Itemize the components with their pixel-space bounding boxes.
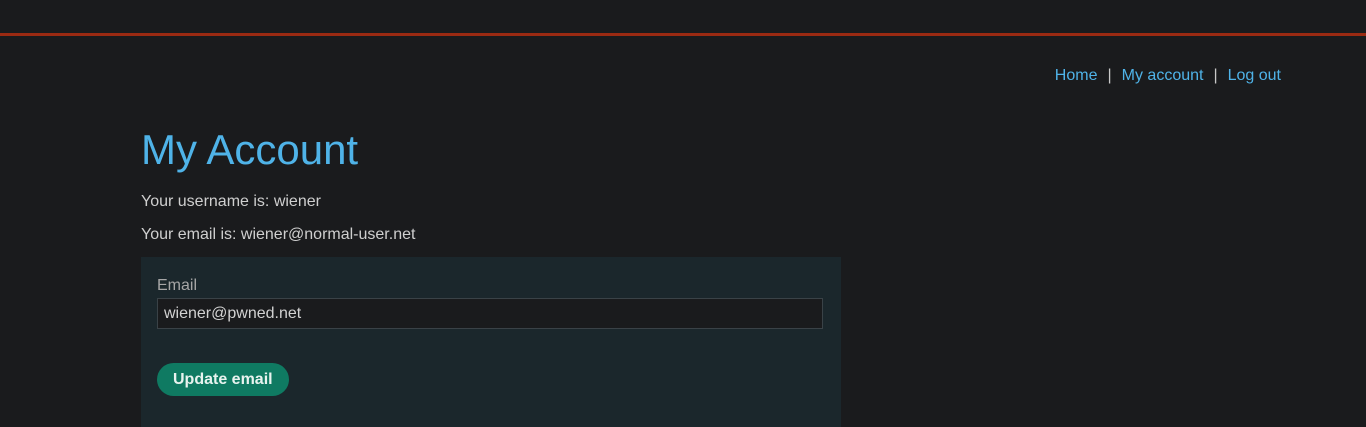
nav-separator: | bbox=[1213, 67, 1218, 84]
nav-logout-link[interactable]: Log out bbox=[1228, 67, 1281, 85]
top-bar bbox=[0, 0, 1366, 36]
email-text: Your email is: wiener@normal-user.net bbox=[141, 226, 416, 243]
top-nav: Home | My account | Log out bbox=[1055, 67, 1281, 85]
nav-home-link[interactable]: Home bbox=[1055, 67, 1098, 85]
update-email-button[interactable]: Update email bbox=[157, 363, 289, 396]
page-title: My Account bbox=[141, 126, 359, 173]
change-email-form: Email Update email bbox=[141, 257, 841, 427]
nav-my-account-link[interactable]: My account bbox=[1122, 67, 1204, 85]
email-field[interactable] bbox=[157, 298, 823, 329]
nav-separator: | bbox=[1107, 67, 1112, 84]
email-label: Email bbox=[157, 277, 198, 294]
username-text: Your username is: wiener bbox=[141, 193, 321, 210]
